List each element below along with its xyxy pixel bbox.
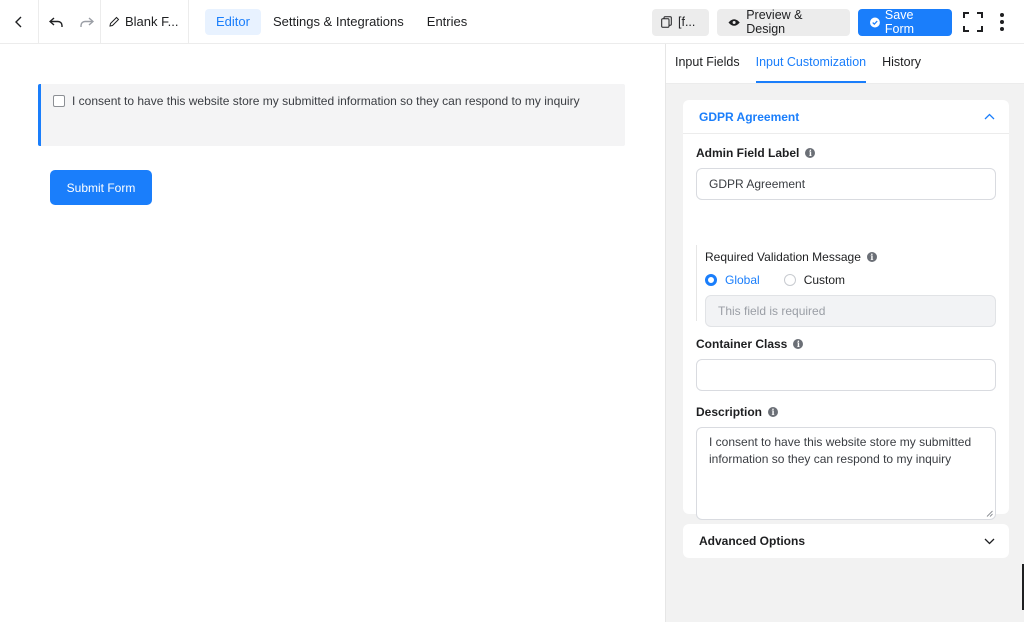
preview-label: Preview & Design xyxy=(746,8,803,36)
top-toolbar: Blank F... Editor Settings & Integration… xyxy=(0,0,1024,44)
form-canvas: I consent to have this website store my … xyxy=(0,44,665,622)
eye-icon xyxy=(728,18,740,26)
form-title: Blank F... xyxy=(125,14,179,29)
back-button[interactable] xyxy=(0,0,39,44)
container-class-text: Container Class xyxy=(696,337,788,351)
validation-label-text: Required Validation Message xyxy=(705,250,861,264)
redo-button[interactable] xyxy=(73,0,101,44)
tab-editor[interactable]: Editor xyxy=(205,8,261,35)
form-title-editable[interactable]: Blank F... xyxy=(101,0,189,44)
redo-icon xyxy=(79,16,94,27)
save-label: Save Form xyxy=(884,8,915,36)
fullscreen-button[interactable] xyxy=(962,11,984,33)
radio-custom[interactable] xyxy=(783,274,796,286)
tab-settings-integrations[interactable]: Settings & Integrations xyxy=(262,9,415,35)
undo-button[interactable] xyxy=(39,0,73,44)
radio-global[interactable] xyxy=(705,274,717,286)
preview-design-button[interactable]: Preview & Design xyxy=(717,8,850,36)
shortcode-label: [f... xyxy=(678,15,696,29)
description-textarea[interactable]: I consent to have this website store my … xyxy=(696,427,996,520)
tab-history[interactable]: History xyxy=(882,43,921,83)
chevron-down-icon xyxy=(984,538,995,544)
radio-global-label[interactable]: Global xyxy=(725,273,760,287)
info-icon: i xyxy=(793,339,804,349)
fullscreen-icon xyxy=(963,12,983,32)
admin-label-input[interactable]: GDPR Agreement xyxy=(696,168,996,200)
toolbar-actions: [f... Preview & Design Save Form xyxy=(652,0,1024,44)
consent-checkbox[interactable] xyxy=(53,95,65,107)
copy-icon xyxy=(661,16,672,28)
radio-custom-label[interactable]: Custom xyxy=(804,273,845,287)
tab-input-fields[interactable]: Input Fields xyxy=(675,43,740,83)
advanced-options-toggle[interactable]: Advanced Options xyxy=(683,524,1009,558)
resize-handle-icon[interactable] xyxy=(986,510,993,517)
advanced-options-label: Advanced Options xyxy=(699,534,806,548)
section-title: GDPR Agreement xyxy=(699,109,800,124)
chevron-left-icon xyxy=(15,16,22,27)
shortcode-button[interactable]: [f... xyxy=(652,8,709,36)
description-text: Description xyxy=(696,405,763,419)
section-header[interactable]: GDPR Agreement xyxy=(683,100,1009,134)
more-options-icon[interactable] xyxy=(994,13,1010,31)
info-icon: i xyxy=(805,148,816,158)
settings-panel: Input Fields Input Customization History… xyxy=(665,44,1024,622)
gdpr-consent-field[interactable]: I consent to have this website store my … xyxy=(38,84,625,146)
main-tabs: Editor Settings & Integrations Entries xyxy=(205,8,479,35)
consent-text: I consent to have this website store my … xyxy=(72,94,580,108)
save-form-button[interactable]: Save Form xyxy=(858,8,952,36)
pencil-icon xyxy=(109,16,120,27)
gdpr-settings-card: GDPR Agreement Admin Field Label i GDPR … xyxy=(683,100,1009,520)
check-circle-icon xyxy=(870,17,880,27)
validation-message-input: This field is required xyxy=(705,295,996,327)
panel-tabs: Input Fields Input Customization History xyxy=(666,44,1024,84)
submit-form-button[interactable]: Submit Form xyxy=(50,170,152,205)
admin-label-heading: Admin Field Label i xyxy=(696,146,816,160)
validation-group: Required Validation Message i Global Cus… xyxy=(696,245,996,327)
container-class-heading: Container Class i xyxy=(696,337,804,351)
admin-label-text: Admin Field Label xyxy=(696,146,800,160)
validation-radio-group: Global Custom xyxy=(705,273,869,287)
description-heading: Description i xyxy=(696,405,779,419)
info-icon: i xyxy=(866,252,877,262)
tab-entries[interactable]: Entries xyxy=(416,9,478,35)
validation-label: Required Validation Message i xyxy=(705,250,877,264)
chevron-up-icon xyxy=(984,113,995,120)
undo-icon xyxy=(49,16,63,27)
description-value: I consent to have this website store my … xyxy=(709,435,972,466)
tab-input-customization[interactable]: Input Customization xyxy=(755,43,867,83)
container-class-input[interactable] xyxy=(696,359,996,391)
info-icon: i xyxy=(768,407,779,417)
